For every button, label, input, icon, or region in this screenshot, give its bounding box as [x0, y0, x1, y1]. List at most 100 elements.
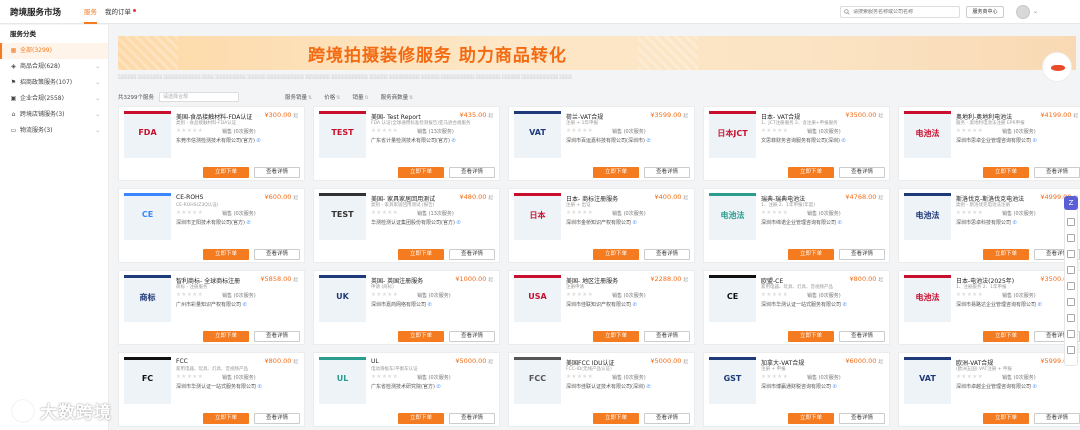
order-now-button[interactable]: 立即下单: [983, 167, 1029, 178]
user-avatar[interactable]: [1016, 5, 1030, 19]
order-now-button[interactable]: 立即下单: [593, 413, 639, 424]
shield-icon[interactable]: [1067, 266, 1075, 274]
compliance-select[interactable]: 请选择合规: [159, 92, 239, 102]
order-now-button[interactable]: 立即下单: [398, 413, 444, 424]
service-thumbnail[interactable]: FC: [124, 357, 171, 404]
more-icon[interactable]: [1067, 346, 1075, 354]
order-now-button[interactable]: 立即下单: [788, 167, 834, 178]
assistant-icon[interactable]: Z: [1064, 196, 1078, 210]
phone-icon[interactable]: ✆: [257, 138, 261, 144]
view-details-button[interactable]: 查看详情: [254, 167, 300, 178]
tab-my-orders[interactable]: 我的订单: [105, 0, 136, 24]
order-now-button[interactable]: 立即下单: [203, 413, 249, 424]
phone-icon[interactable]: ✆: [1033, 384, 1037, 390]
sidebar-item-enterprise-compliance[interactable]: ▣ 企业合规(2558) ⌄: [0, 91, 108, 107]
service-thumbnail[interactable]: 电池法: [904, 193, 951, 240]
service-title[interactable]: UL: [371, 358, 459, 365]
sidebar-item-logistics[interactable]: ▭ 物流服务(3) ⌄: [0, 123, 108, 139]
service-thumbnail[interactable]: FDA: [124, 111, 171, 158]
service-card[interactable]: 日本 日本- 商标注册服务 ¥400.00 起注册 + 出证 ★★★★★ 销售 (0次服…: [508, 188, 695, 263]
view-details-button[interactable]: 查看详情: [449, 413, 495, 424]
phone-icon[interactable]: ✆: [843, 302, 847, 308]
order-now-button[interactable]: 立即下单: [398, 249, 444, 260]
service-thumbnail[interactable]: 电池法: [904, 111, 951, 158]
view-details-button[interactable]: 查看详情: [644, 331, 690, 342]
service-thumbnail[interactable]: VAT: [514, 111, 561, 158]
phone-icon[interactable]: ✆: [258, 384, 262, 390]
service-thumbnail[interactable]: 电池法: [904, 275, 951, 322]
service-thumbnail[interactable]: 日本JCT: [709, 111, 756, 158]
sidebar-item-investment-policy[interactable]: ⚑ 招商政策服务(107) ⌄: [0, 75, 108, 91]
provider-company[interactable]: 深圳市博赢通财税咨询有限公司 ✆: [761, 383, 885, 390]
phone-icon[interactable]: ✆: [838, 220, 842, 226]
service-thumbnail[interactable]: USA: [514, 275, 561, 322]
service-thumbnail[interactable]: TEST: [319, 111, 366, 158]
sidebar-item-product-compliance[interactable]: ◈ 商品合规(628) ⌄: [0, 59, 108, 75]
provider-company[interactable]: 文思菲财务咨询服务有限公司(深圳) ✆: [761, 137, 885, 144]
view-details-button[interactable]: 查看详情: [254, 413, 300, 424]
service-card[interactable]: GST 加拿大-VAT合规 ¥6000.00 起注册 + 申报 ★★★★★ 销售 (0次…: [703, 352, 890, 427]
chevron-down-icon[interactable]: ⌄: [1033, 8, 1038, 15]
view-details-button[interactable]: 查看详情: [449, 249, 495, 260]
view-details-button[interactable]: 查看详情: [644, 249, 690, 260]
service-thumbnail[interactable]: UK: [319, 275, 366, 322]
provider-company[interactable]: 深圳市华测认证一站式服务有限公司 ✆: [761, 301, 885, 308]
service-card[interactable]: 商标 智利商标- 全球商标注册 ¥5858.00 起商标 - 注册服务 ★★★★★ 销售…: [118, 270, 305, 345]
provider-company[interactable]: 深圳市佳联认证技术有限公司(深圳) ✆: [566, 383, 690, 390]
search-input[interactable]: [853, 9, 958, 15]
provider-company[interactable]: 深圳市思卓企业管理咨询有限公司 ✆: [956, 137, 1080, 144]
service-title[interactable]: CE-ROHS: [176, 194, 264, 201]
order-now-button[interactable]: 立即下单: [398, 331, 444, 342]
service-thumbnail[interactable]: 电池法: [709, 193, 756, 240]
order-now-button[interactable]: 立即下单: [788, 331, 834, 342]
document-icon[interactable]: [1067, 314, 1075, 322]
provider-company[interactable]: 深圳市金桥知识产权有限公司 ✆: [566, 219, 690, 226]
phone-icon[interactable]: ✆: [647, 384, 651, 390]
order-now-button[interactable]: 立即下单: [983, 249, 1029, 260]
service-card[interactable]: TEST 美国- 家具家居回用测试 ¥480.00 起类别 - 家具家居回用测试 (…: [313, 188, 500, 263]
view-details-button[interactable]: 查看详情: [644, 167, 690, 178]
phone-icon[interactable]: ✆: [633, 220, 637, 226]
phone-icon[interactable]: ✆: [1013, 220, 1017, 226]
view-details-button[interactable]: 查看详情: [254, 331, 300, 342]
service-thumbnail[interactable]: CE: [124, 193, 171, 240]
service-card[interactable]: USA 美国- 地区注册服务 ¥2288.00 起注册申请 ★★★★★ 销售 (0次服务…: [508, 270, 695, 345]
provider-company[interactable]: 广东省检测技术研究院(官方) ✆: [371, 383, 495, 390]
service-thumbnail[interactable]: FCC: [514, 357, 561, 404]
provider-company[interactable]: 深圳市百运嘉科技有限公司(深圳市) ✆: [566, 137, 690, 144]
phone-icon[interactable]: ✆: [833, 384, 837, 390]
view-details-button[interactable]: 查看详情: [449, 331, 495, 342]
download-icon[interactable]: [1067, 282, 1075, 290]
view-details-button[interactable]: 查看详情: [449, 167, 495, 178]
service-thumbnail[interactable]: 日本: [514, 193, 561, 240]
phone-icon[interactable]: ✆: [647, 138, 651, 144]
order-now-button[interactable]: 立即下单: [593, 331, 639, 342]
sort-price[interactable]: 价格⇅: [324, 93, 340, 101]
view-details-button[interactable]: 查看详情: [1034, 413, 1080, 424]
promo-banner[interactable]: 跨境拍摄装修服务 助力商品转化: [118, 36, 1076, 70]
service-card[interactable]: UL UL ¥5000.00 起电动滑板车/平衡车认证 ★★★★★ 销售 (0次服务) 广…: [313, 352, 500, 427]
phone-icon[interactable]: ✆: [1038, 302, 1042, 308]
phone-icon[interactable]: ✆: [452, 138, 456, 144]
phone-icon[interactable]: ✆: [1033, 138, 1037, 144]
sort-service-sales[interactable]: 服务销量⇅: [285, 93, 312, 101]
settings-icon[interactable]: [1067, 330, 1075, 338]
provider-company[interactable]: 深圳市嘉商网络有限公司 ✆: [371, 301, 495, 308]
service-card[interactable]: FDA 美国-食品接触材料-FDA认证 ¥300.00 起类别 - 食品接触材料-F…: [118, 106, 305, 181]
service-card[interactable]: 电池法日本-电池法(2025年)¥3500.00 起1、注册服务 2、1年申报★…: [898, 270, 1080, 345]
order-now-button[interactable]: 立即下单: [203, 331, 249, 342]
phone-icon[interactable]: ✆: [243, 302, 247, 308]
provider-company[interactable]: 深圳市卓越企业管理咨询有限公司 ✆: [956, 383, 1080, 390]
clip-icon[interactable]: [1067, 218, 1075, 226]
service-thumbnail[interactable]: UL: [319, 357, 366, 404]
provider-company[interactable]: 深圳市正阳技术有限公司(官方) ✆: [176, 219, 300, 226]
sidebar-item-store-service[interactable]: ⌂ 跨境店铺服务(3) ⌄: [0, 107, 108, 123]
provider-company[interactable]: 深圳市思卓科技有限公司 ✆: [956, 219, 1080, 226]
view-details-button[interactable]: 查看详情: [254, 249, 300, 260]
sort-sales[interactable]: 销量⇅: [352, 93, 368, 101]
provider-company[interactable]: 华测检测认证集团股份有限公司(官方) ✆: [371, 219, 495, 226]
phone-icon[interactable]: ✆: [457, 220, 461, 226]
phone-icon[interactable]: ✆: [842, 138, 846, 144]
sort-provider-count[interactable]: 服务商数量⇅: [381, 93, 414, 101]
search-box[interactable]: [840, 6, 960, 18]
